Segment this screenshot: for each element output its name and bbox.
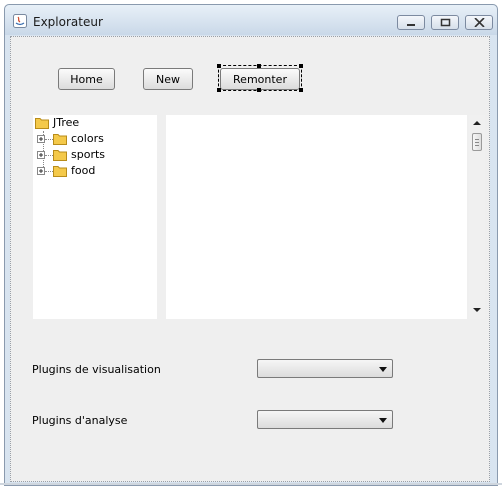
chevron-down-icon bbox=[379, 418, 387, 423]
new-button[interactable]: New bbox=[143, 68, 193, 90]
file-tree[interactable]: JTree colors sports food bbox=[33, 115, 157, 319]
expand-icon[interactable] bbox=[37, 167, 45, 175]
remonter-button[interactable]: Remonter bbox=[220, 68, 300, 90]
folder-icon bbox=[35, 118, 49, 129]
maximize-button[interactable] bbox=[431, 15, 459, 30]
visualisation-plugins-label: Plugins de visualisation bbox=[32, 363, 161, 376]
tree-item-label: sports bbox=[71, 148, 106, 161]
tree-item-label: food bbox=[71, 164, 96, 177]
explorateur-window: Explorateur Home New Remonter JTree colo… bbox=[4, 4, 498, 486]
minimize-icon bbox=[407, 24, 415, 26]
close-button[interactable] bbox=[465, 15, 493, 30]
tree-item-label: colors bbox=[71, 132, 104, 145]
expand-icon[interactable] bbox=[37, 135, 45, 143]
vertical-scrollbar[interactable] bbox=[469, 115, 485, 319]
window-title: Explorateur bbox=[33, 15, 103, 29]
scroll-down-icon[interactable] bbox=[472, 307, 482, 313]
scroll-up-icon[interactable] bbox=[472, 120, 482, 126]
taskbar-edge bbox=[0, 483, 502, 485]
content-list[interactable] bbox=[166, 115, 467, 319]
expand-icon[interactable] bbox=[37, 151, 45, 159]
content-panel: Home New Remonter JTree colors sports fo… bbox=[10, 36, 490, 482]
tree-root-label: JTree bbox=[53, 116, 80, 129]
visualisation-plugins-select[interactable] bbox=[257, 359, 393, 378]
scroll-thumb[interactable] bbox=[472, 133, 482, 151]
chevron-down-icon bbox=[379, 367, 387, 372]
folder-icon bbox=[53, 150, 67, 161]
folder-icon bbox=[53, 134, 67, 145]
java-app-icon bbox=[13, 14, 27, 28]
home-button[interactable]: Home bbox=[58, 68, 115, 90]
folder-icon bbox=[53, 166, 67, 177]
analyse-plugins-label: Plugins d'analyse bbox=[32, 414, 128, 427]
close-icon bbox=[474, 18, 485, 27]
maximize-icon bbox=[440, 18, 451, 27]
title-bar[interactable]: Explorateur bbox=[5, 5, 497, 35]
analyse-plugins-select[interactable] bbox=[257, 410, 393, 429]
minimize-button[interactable] bbox=[397, 15, 425, 30]
